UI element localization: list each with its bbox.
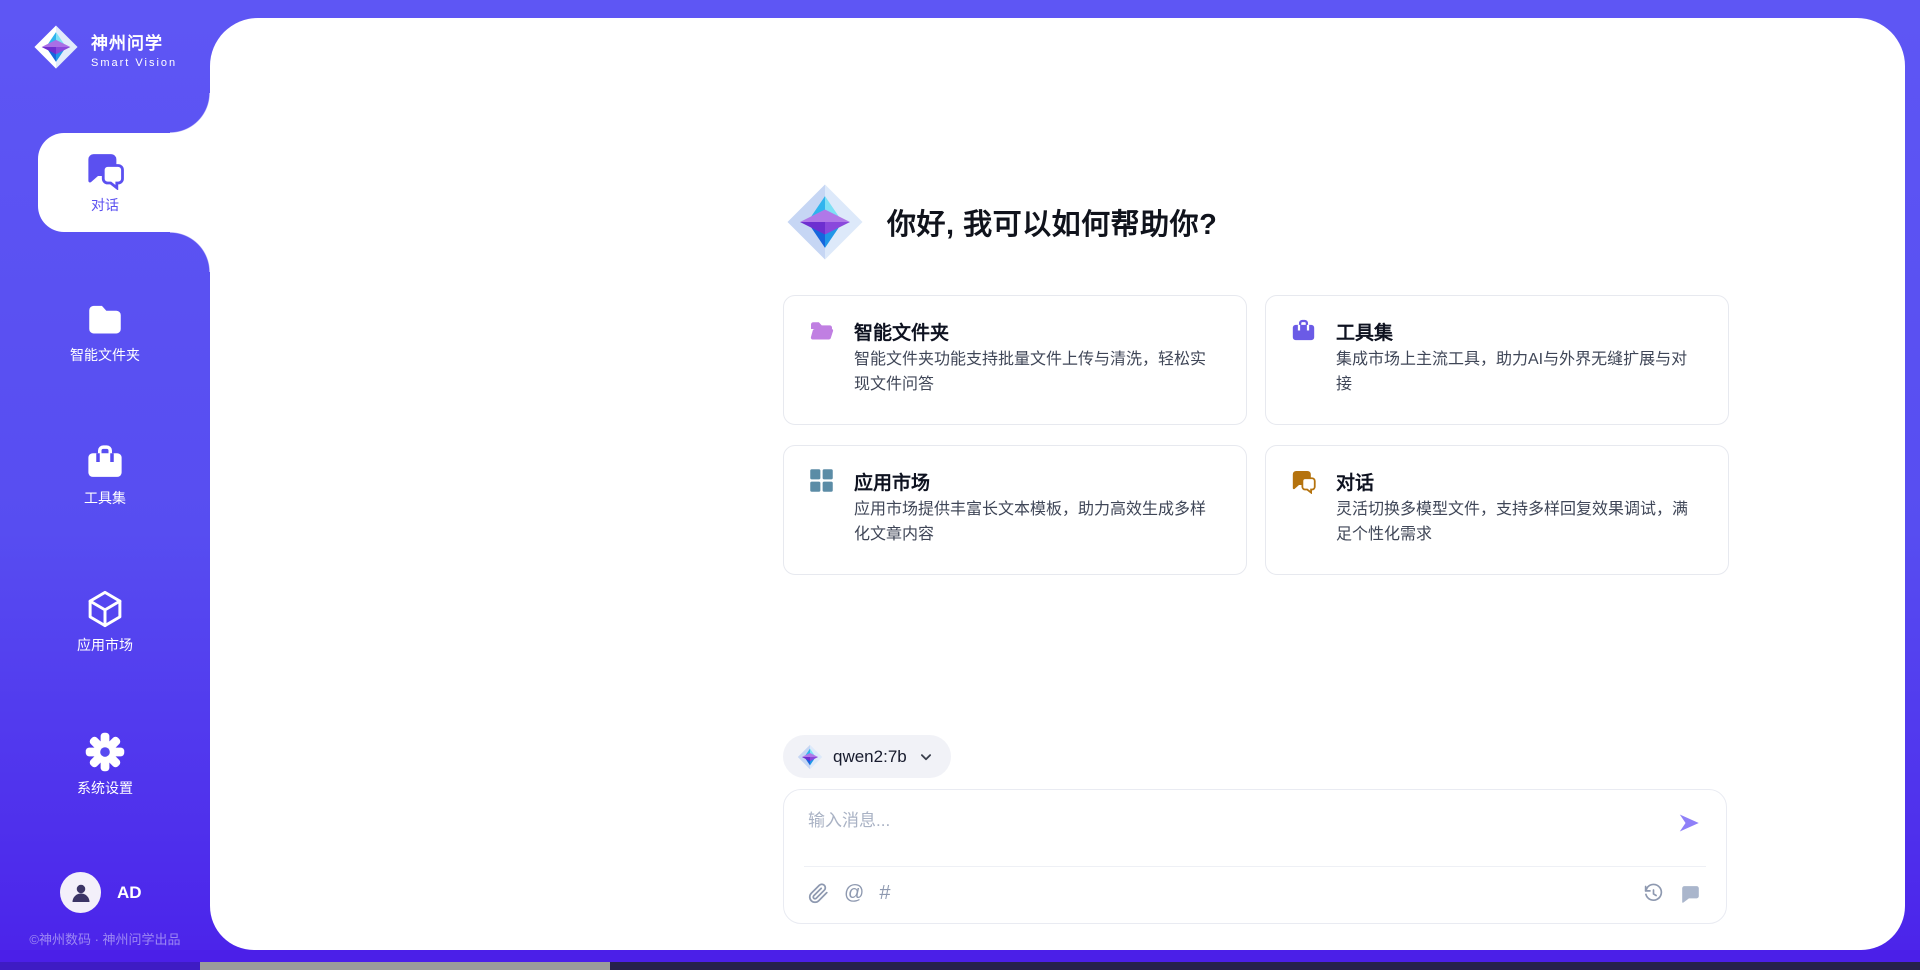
copyright: ©神州数码 · 神州问学出品 (0, 929, 210, 948)
hashtag-icon[interactable]: # (879, 883, 890, 904)
sidebar-item-smart-folder[interactable]: 智能文件夹 (0, 298, 210, 365)
chat-icon (84, 148, 126, 190)
gear-icon (84, 731, 126, 773)
chevron-down-icon (917, 748, 935, 766)
grid-icon (808, 467, 835, 494)
card-description: 灵活切换多模型文件，支持多样回复效果调试，满足个性化需求 (1336, 498, 1702, 548)
model-name: qwen2:7b (833, 747, 907, 767)
folder-icon (84, 298, 126, 340)
sidebar-item-toolset[interactable]: 工具集 (0, 441, 210, 508)
folder-open-icon (808, 317, 835, 344)
bottom-strip (0, 950, 1920, 962)
sidebar: 神州问学 Smart Vision 对话 智能文件夹 工具集 应用市场 系统设置… (0, 0, 210, 970)
avatar (60, 872, 101, 913)
model-selector[interactable]: qwen2:7b (783, 735, 951, 778)
cube-icon (84, 588, 126, 630)
sidebar-item-app-market[interactable]: 应用市场 (0, 588, 210, 655)
card-chat[interactable]: 对话 灵活切换多模型文件，支持多样回复效果调试，满足个性化需求 (1265, 445, 1729, 575)
sidebar-item-system-settings[interactable]: 系统设置 (0, 731, 210, 798)
card-app-market[interactable]: 应用市场 应用市场提供丰富长文本模板，助力高效生成多样化文章内容 (783, 445, 1247, 575)
message-input[interactable] (808, 806, 1658, 858)
card-description: 集成市场上主流工具，助力AI与外界无缝扩展与对接 (1336, 348, 1702, 398)
greeting: 你好, 我可以如何帮助你? (785, 181, 1217, 263)
mention-icon[interactable]: @ (844, 883, 864, 904)
card-description: 应用市场提供丰富长文本模板，助力高效生成多样化文章内容 (854, 498, 1220, 548)
user-icon (69, 881, 93, 905)
feature-cards: 智能文件夹 智能文件夹功能支持批量文件上传与清洗，轻松实现文件问答 工具集 集成… (783, 295, 1729, 575)
sidebar-item-label: 智能文件夹 (0, 345, 210, 365)
greeting-logo-diamond-icon (785, 181, 865, 263)
brand: 神州问学 Smart Vision (33, 24, 177, 70)
card-smart-folder[interactable]: 智能文件夹 智能文件夹功能支持批量文件上传与清洗，轻松实现文件问答 (783, 295, 1247, 425)
history-icon[interactable] (1643, 883, 1664, 904)
chat-icon (1290, 467, 1317, 494)
card-title: 智能文件夹 (854, 318, 949, 345)
card-title: 对话 (1336, 468, 1374, 495)
sidebar-item-label: 系统设置 (0, 778, 210, 798)
user-name: AD (117, 883, 142, 903)
greeting-title: 你好, 我可以如何帮助你? (887, 201, 1217, 243)
sidebar-item-label: 对话 (0, 195, 210, 215)
main-panel: 你好, 我可以如何帮助你? 智能文件夹 智能文件夹功能支持批量文件上传与清洗，轻… (210, 18, 1905, 950)
send-icon[interactable] (1676, 810, 1702, 836)
model-logo-diamond-icon (797, 744, 823, 770)
horizontal-scrollbar[interactable] (200, 962, 1920, 970)
attachment-icon[interactable] (808, 883, 829, 904)
user-menu[interactable]: AD (60, 872, 142, 913)
brand-name: 神州问学 (91, 29, 177, 54)
composer-divider (804, 866, 1706, 867)
brand-logo-diamond-icon (33, 24, 79, 70)
scrollbar-track-left (0, 962, 200, 970)
card-title: 工具集 (1336, 318, 1393, 345)
card-description: 智能文件夹功能支持批量文件上传与清洗，轻松实现文件问答 (854, 348, 1220, 398)
briefcase-icon (1290, 317, 1317, 344)
sidebar-item-label: 应用市场 (0, 635, 210, 655)
card-title: 应用市场 (854, 468, 930, 495)
sidebar-item-label: 工具集 (0, 488, 210, 508)
card-toolset[interactable]: 工具集 集成市场上主流工具，助力AI与外界无缝扩展与对接 (1265, 295, 1729, 425)
brand-subtitle: Smart Vision (91, 57, 177, 69)
briefcase-icon (84, 441, 126, 483)
chat-bubble-icon[interactable] (1680, 883, 1701, 904)
message-composer: @ # (783, 789, 1727, 924)
scrollbar-thumb[interactable] (200, 962, 610, 970)
sidebar-item-chat[interactable]: 对话 (0, 148, 210, 215)
